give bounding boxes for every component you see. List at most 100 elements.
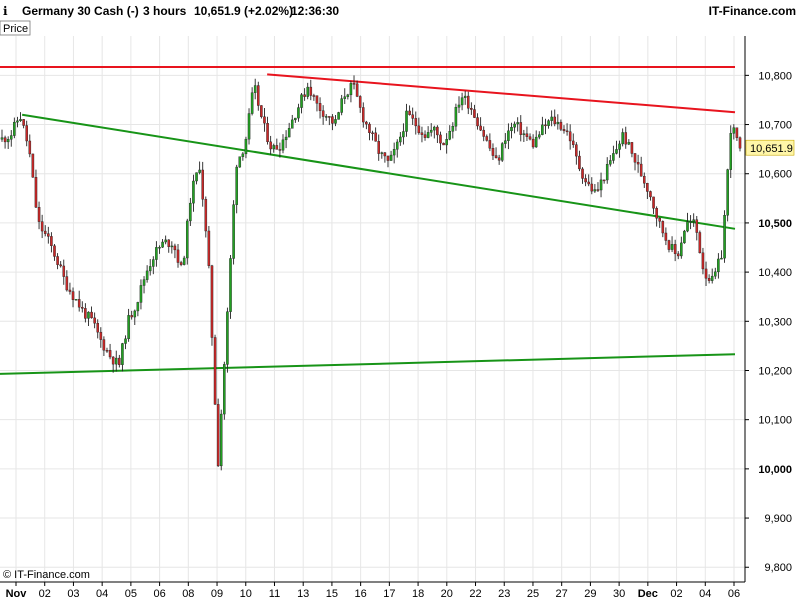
x-tick-label: 02 <box>39 588 51 600</box>
candle-body <box>571 140 575 145</box>
candle-body <box>201 169 204 200</box>
candle-body <box>383 152 387 157</box>
x-tick-label: 13 <box>297 588 309 600</box>
x-tick-label: 11 <box>269 588 280 600</box>
candle-body <box>649 191 652 198</box>
candle-body <box>646 183 649 192</box>
candle-body <box>71 291 75 300</box>
candle-body <box>179 262 183 265</box>
y-tick-label: 10,500 <box>758 218 792 230</box>
candle-body <box>28 140 32 155</box>
candle-body <box>389 154 393 161</box>
x-axis-ticks: Nov 02 03 04 05 06 08 09 10 11 13 15 16 17 18 20 22 23 25 2… <box>6 582 740 600</box>
price-change: 10,651.9 (+2.02%) <box>194 4 293 18</box>
y-tick-label: 10,200 <box>758 365 792 377</box>
candle-body <box>105 350 109 352</box>
candle-body <box>612 153 615 161</box>
price-chart[interactable]: 10,800 10,700 10,600 10,500 10,400 10,300 10,2… <box>0 0 800 600</box>
y-tick-label: 10,800 <box>758 70 792 82</box>
candle-body <box>676 253 680 257</box>
candle-body <box>182 257 186 265</box>
candle-body <box>534 136 538 148</box>
candle-body <box>581 168 584 179</box>
x-tick-label: 03 <box>67 588 79 600</box>
candle-body <box>161 241 164 248</box>
y-tick-label: 10,100 <box>758 415 792 427</box>
candle-body <box>599 179 603 191</box>
candle-body <box>53 245 56 257</box>
candle-body <box>368 123 371 134</box>
x-tick-label: 17 <box>383 588 395 600</box>
candle-body <box>433 126 436 131</box>
candle-body <box>423 134 427 138</box>
candle-body <box>321 110 325 117</box>
candle-body <box>627 142 631 145</box>
candle-body <box>257 85 260 106</box>
candle-body <box>111 356 115 365</box>
y-tick-label: 10,300 <box>758 316 792 328</box>
candle-body <box>328 116 331 118</box>
candle-body <box>195 172 198 182</box>
info-icon[interactable]: ℹ <box>3 4 8 18</box>
candle-body <box>395 141 399 150</box>
candle-body <box>164 239 167 243</box>
x-tick-label: 16 <box>355 588 367 600</box>
candle-body <box>334 119 337 124</box>
candle-body <box>37 207 41 222</box>
candle-body <box>278 149 282 151</box>
candle-body <box>19 119 22 122</box>
candle-body <box>720 257 723 260</box>
candle-body <box>133 310 137 318</box>
candle-body <box>287 128 291 138</box>
candle-body <box>602 179 606 182</box>
candle-body <box>454 107 458 127</box>
x-tick-label: Nov <box>6 588 28 600</box>
candle-body <box>621 132 624 145</box>
candle-body <box>142 279 146 286</box>
candle-body <box>500 143 504 161</box>
candle-body <box>473 109 476 118</box>
candle-body <box>485 136 489 141</box>
candle-body <box>630 142 634 154</box>
candle-body <box>65 276 69 291</box>
candle-body <box>284 136 288 141</box>
candle-body <box>121 343 124 365</box>
candle-body <box>605 163 609 181</box>
candle-body <box>6 139 10 143</box>
candle-body <box>513 123 516 128</box>
candle-body <box>658 217 661 222</box>
candle-body <box>43 230 47 234</box>
candle-body <box>226 311 229 365</box>
candle-body <box>371 132 374 135</box>
candle-body <box>93 317 96 324</box>
candle-body <box>652 196 655 209</box>
candle-body <box>358 96 362 108</box>
price-tab-label: Price <box>3 23 28 35</box>
candle-body <box>491 148 495 156</box>
candle-body <box>13 121 16 136</box>
candle-body <box>392 149 396 156</box>
candle-body <box>90 311 93 319</box>
candle-body <box>414 118 418 127</box>
header-time: 12:36:30 <box>291 4 339 18</box>
y-tick-label: 10,600 <box>758 169 792 181</box>
candle-body <box>303 94 306 97</box>
candle-body <box>198 169 201 173</box>
candle-body <box>497 157 501 161</box>
candle-body <box>352 83 356 85</box>
candle-body <box>541 124 544 135</box>
candle-body <box>550 116 553 121</box>
candle-body <box>707 278 711 281</box>
candle-body <box>411 114 414 119</box>
candle-body <box>34 177 38 208</box>
candle-body <box>463 95 467 98</box>
y-tick-label: 9,800 <box>764 562 792 574</box>
candle-body <box>460 97 464 106</box>
candle-body <box>673 244 677 255</box>
candle-body <box>584 178 587 183</box>
candle-body <box>618 143 621 150</box>
candle-body <box>25 125 28 142</box>
candle-body <box>99 331 103 340</box>
trendlines <box>0 65 736 375</box>
candle-body <box>596 189 600 191</box>
